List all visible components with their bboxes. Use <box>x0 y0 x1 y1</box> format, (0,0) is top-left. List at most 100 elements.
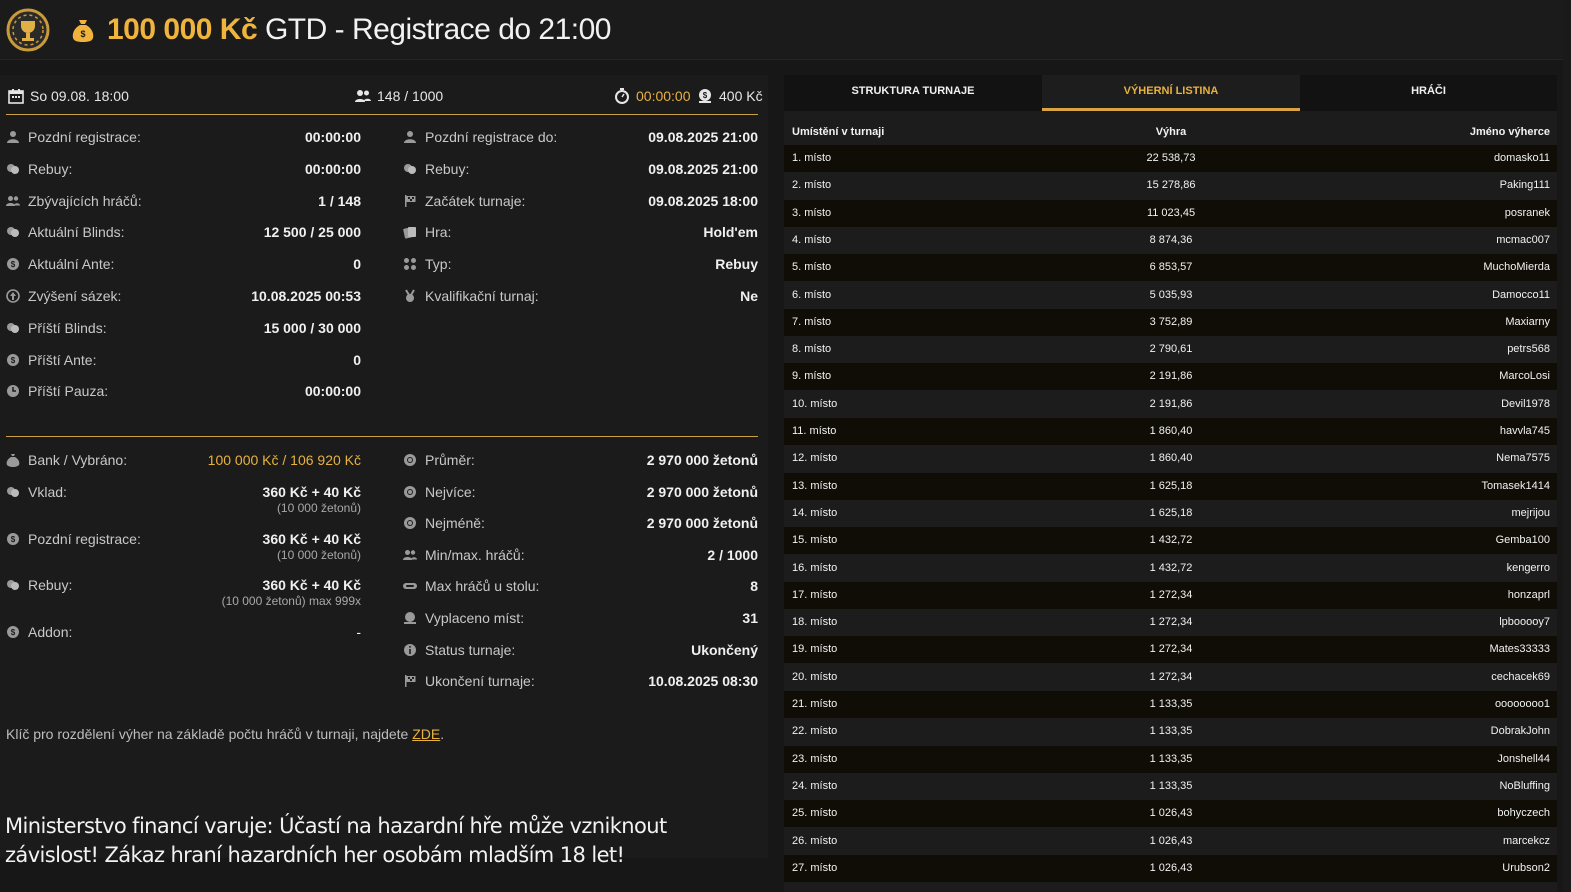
winner-cell: domasko11 <box>1493 152 1550 164</box>
chip-icon <box>403 516 417 530</box>
place-cell: 21. místo <box>792 698 838 710</box>
page-scrollbar[interactable] <box>1563 0 1571 892</box>
table-row[interactable]: 2. místo 15 278,86 Paking111 <box>784 172 1557 200</box>
table-row[interactable]: 27. místo 1 026,43 Urubson2 <box>784 854 1557 882</box>
place-cell: 11. místo <box>792 425 837 437</box>
table-row[interactable]: 14. místo 1 625,18 mejrijou <box>784 499 1557 527</box>
chips-icon <box>6 578 20 592</box>
info-row: $ Příští Ante: 0 <box>6 350 361 370</box>
info-label: Zbývajících hráčů: <box>28 192 142 209</box>
place-cell: 17. místo <box>792 588 838 601</box>
bank-label: Bank / Vybráno: <box>28 452 128 468</box>
table-row[interactable]: 8. místo 2 790,61 petrs568 <box>784 336 1557 364</box>
table-row[interactable]: 4. místo 8 874,36 mcmac007 <box>784 226 1557 254</box>
info-value: Hold'em <box>703 224 758 241</box>
place-cell: 27. místo <box>792 861 838 874</box>
place-cell: 1. místo <box>792 152 832 164</box>
table-row[interactable]: 12. místo 1 860,40 Nema7575 <box>784 445 1557 473</box>
payout-panel: STRUKTURA TURNAJE VÝHERNÍ LISTINA HRÁČI … <box>784 75 1557 892</box>
payout-key-end: . <box>440 726 445 742</box>
table-row[interactable]: 13. místo 1 625,18 Tomasek1414 <box>784 472 1557 500</box>
bank-row: Bank / Vybráno: 100 000 Kč / 106 920 Kč <box>6 450 361 470</box>
table-row[interactable]: 10. místo 2 191,86 Devil1978 <box>784 390 1557 418</box>
place-cell: 20. místo <box>792 670 838 683</box>
calendar-icon <box>8 89 24 104</box>
stat-value: 8 <box>750 578 758 595</box>
place-cell: 10. místo <box>792 397 838 410</box>
table-row[interactable]: 16. místo 1 432,72 kengerro <box>784 554 1557 582</box>
table-row[interactable]: 15. místo 1 432,72 Gemba100 <box>784 527 1557 555</box>
info-value: 09.08.2025 21:00 <box>648 129 758 145</box>
place-cell: 2. místo <box>792 179 832 192</box>
stat-value: 2 970 000 žetonů <box>646 483 758 500</box>
payout-key-link[interactable]: ZDE <box>412 726 440 742</box>
stat-row: Max hráčů u stolu: 8 <box>403 576 758 596</box>
title-text: GTD - Registrace do 21:00 <box>257 13 611 46</box>
place-cell: 3. místo <box>792 206 832 219</box>
info-value: 1 / 148 <box>318 192 361 209</box>
coin-icon: $ <box>6 257 20 271</box>
table-row[interactable]: 19. místo 1 272,34 Mates33333 <box>784 636 1557 664</box>
table-row[interactable]: 7. místo 3 752,89 Maxiarny <box>784 308 1557 336</box>
stat-row: Nejvíce: 2 970 000 žetonů <box>403 482 758 502</box>
info-row: Zvýšení sázek: 10.08.2025 00:53 <box>6 286 361 306</box>
table-row[interactable]: 3. místo 11 023,45 posranek <box>784 199 1557 227</box>
money-bag-icon: $ <box>72 20 94 42</box>
stat-row: Status turnaje: Ukončený <box>403 640 758 660</box>
table-row[interactable]: 18. místo 1 272,34 lpbooooy7 <box>784 609 1557 637</box>
payout-table-header: Umístění v turnaji Výhra Jméno výherce <box>784 123 1557 141</box>
prize-cell: 2 790,61 <box>1149 343 1193 356</box>
stat-label: Nejvíce: <box>425 483 476 500</box>
tab-payouts[interactable]: VÝHERNÍ LISTINA <box>1042 75 1300 111</box>
table-row[interactable]: 5. místo 6 853,57 MuchoMierda <box>784 254 1557 282</box>
table-row[interactable]: 11. místo 1 860,40 havvla745 <box>784 418 1557 445</box>
section-divider <box>6 436 758 437</box>
table-row[interactable]: 26. místo 1 026,43 marcekcz <box>784 827 1557 855</box>
addon-label: Addon: <box>28 624 73 640</box>
info-row: Aktuální Blinds: 12 500 / 25 000 <box>6 222 361 242</box>
info-row: $ Aktuální Ante: 0 <box>6 254 361 274</box>
stat-label: Max hráčů u stolu: <box>425 578 540 595</box>
late-reg-row: $ Pozdní registrace: 360 Kč + 40 Kč <box>6 529 361 549</box>
player-count-text: 148 / 1000 <box>377 88 444 104</box>
tab-players[interactable]: HRÁČI <box>1300 75 1557 111</box>
table-row[interactable]: 9. místo 2 191,86 MarcoLosi <box>784 363 1557 391</box>
table-row[interactable]: 1. místo 22 538,73 domasko11 <box>784 145 1557 172</box>
stat-value: Ukončený <box>691 641 758 658</box>
place-cell: 4. místo <box>792 233 832 246</box>
table-row[interactable]: 24. místo 1 133,35 NoBluffing <box>784 772 1557 800</box>
table-row[interactable]: 23. místo 1 133,35 Jonshell44 <box>784 745 1557 773</box>
prize-cell: 1 133,35 <box>1149 779 1193 792</box>
trophy-logo-icon[interactable] <box>6 8 50 52</box>
winner-cell: havvla745 <box>1499 425 1550 437</box>
info-row: Rebuy: 09.08.2025 21:00 <box>403 159 758 179</box>
rebuy-cost-value: 360 Kč + 40 Kč <box>262 577 361 593</box>
table-row[interactable]: 6. místo 5 035,93 Damocco11 <box>784 281 1557 309</box>
table-row[interactable]: 20. místo 1 272,34 cechacek69 <box>784 663 1557 691</box>
buyin-text: 400 Kč <box>719 88 763 104</box>
info-label: Zvýšení sázek: <box>28 288 122 304</box>
winner-cell: mejrijou <box>1511 506 1550 519</box>
stat-label: Ukončení turnaje: <box>425 673 535 690</box>
info-row: Příští Pauza: 00:00:00 <box>6 381 361 401</box>
winner-cell: Damocco11 <box>1492 288 1550 301</box>
table-row[interactable]: 22. místo 1 133,35 DobrakJohn <box>784 718 1557 746</box>
users-icon <box>6 194 20 208</box>
info-value: 00:00:00 <box>304 160 361 177</box>
place-cell: 14. místo <box>792 506 838 519</box>
place-cell: 26. místo <box>792 834 838 847</box>
table-row[interactable]: 17. místo 1 272,34 honzaprl <box>784 581 1557 609</box>
table-row[interactable]: 25. místo 1 026,43 bohyczech <box>784 800 1557 828</box>
table-row[interactable]: 21. místo 1 133,35 oooooooo1 <box>784 691 1557 718</box>
winner-cell: NoBluffing <box>1499 779 1550 792</box>
info-value: 10.08.2025 00:53 <box>251 288 361 304</box>
stat-value: 10.08.2025 08:30 <box>648 673 758 690</box>
svg-text:$: $ <box>703 91 708 100</box>
chips-icon <box>403 162 417 176</box>
place-cell: 24. místo <box>792 779 838 792</box>
tab-structure[interactable]: STRUKTURA TURNAJE <box>784 75 1042 111</box>
info-value: 09.08.2025 18:00 <box>648 192 758 209</box>
info-row: Rebuy: 00:00:00 <box>6 159 361 179</box>
medal-icon <box>403 289 417 303</box>
buyin: $ 400 Kč <box>697 88 763 104</box>
